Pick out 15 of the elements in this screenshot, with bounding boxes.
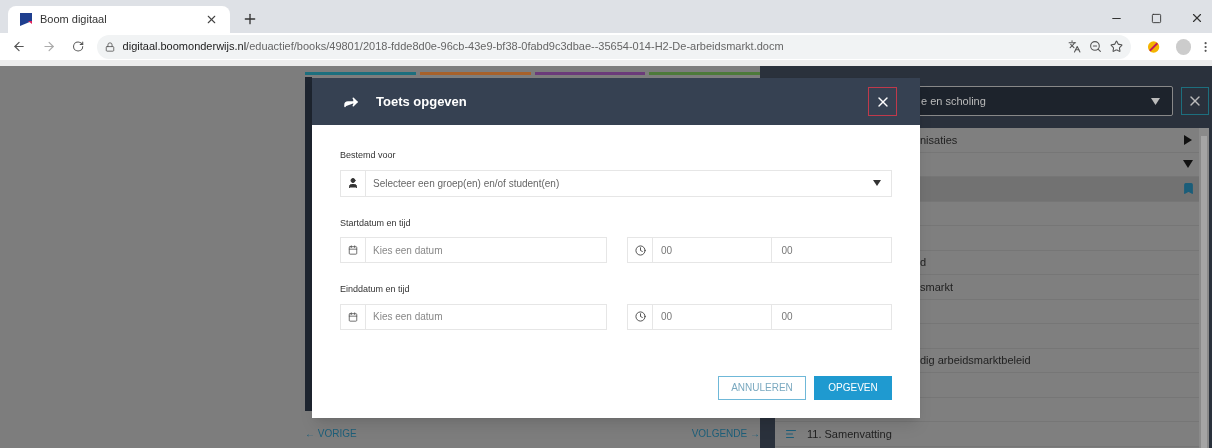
select-value: e en scholing	[921, 93, 987, 109]
field-label: Startdatum en tijd	[340, 216, 412, 230]
chapter-title: dig arbeidsmarktbeleid	[920, 353, 1031, 368]
field-label: Einddatum en tijd	[340, 283, 411, 296]
date-placeholder: Kies een datum	[373, 310, 444, 324]
tab-title: Boom digitaal	[40, 12, 108, 28]
chapter-title: smarkt	[920, 279, 953, 295]
chapter-title: nisaties	[920, 132, 958, 148]
dialog-title: Toets opgeven	[376, 92, 468, 111]
chapter-title: 11. Samenvatting	[807, 426, 892, 442]
url-text: digitaal.boomonderwijs.nl/eduactief/books/49801/2018-fdde8d0e-96cb-43e9-bf38-0fabd9c3dbae--35654-014-H2-De-arbeidsmarkt.docm	[122, 39, 785, 55]
field-label: Bestemd voor	[340, 149, 397, 162]
chapter-title: d	[920, 255, 927, 270]
date-placeholder: Kies een datum	[373, 243, 444, 258]
select-placeholder: Selecteer een groep(en) en/of student(en)	[373, 176, 561, 191]
